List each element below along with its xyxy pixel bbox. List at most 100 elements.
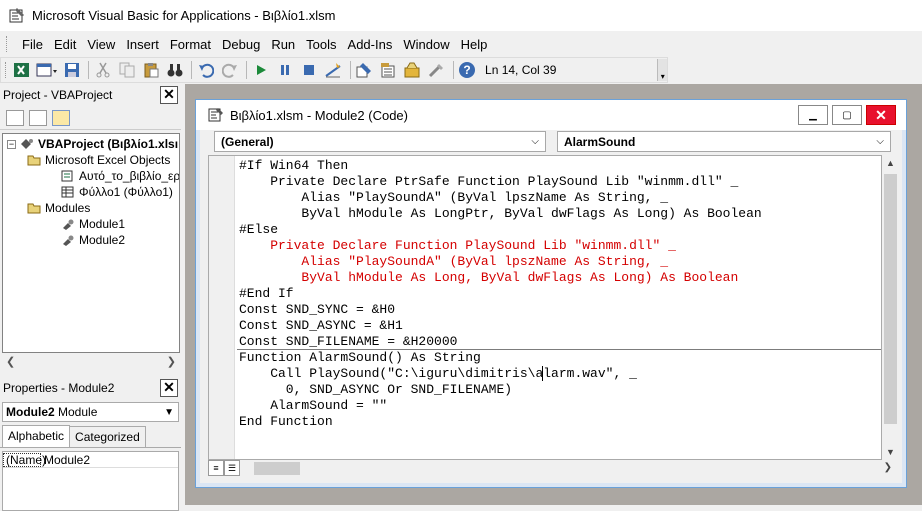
code-line[interactable]: End Function	[239, 414, 881, 430]
view-excel-icon[interactable]	[12, 60, 33, 80]
procedure-view-icon[interactable]: ≡	[208, 460, 224, 476]
scroll-right-icon[interactable]: ❯	[884, 462, 892, 473]
design-mode-icon[interactable]	[323, 60, 344, 80]
toolbar-options-chevron-icon[interactable]: ▾	[657, 59, 668, 81]
view-code-icon[interactable]	[6, 109, 24, 126]
reset-icon[interactable]	[299, 60, 320, 80]
menu-edit[interactable]: Edit	[49, 37, 81, 52]
code-line[interactable]: Alias "PlaySoundA" (ByVal lpszName As St…	[239, 190, 881, 206]
tree-node-modules[interactable]: Modules	[27, 200, 90, 216]
paste-icon[interactable]	[140, 60, 161, 80]
properties-pane-close-button[interactable]: ✕	[160, 379, 178, 397]
scroll-right-icon[interactable]: ❯	[167, 355, 176, 368]
toolbar-grip[interactable]	[5, 62, 8, 78]
toolbox-icon[interactable]	[426, 60, 447, 80]
vscroll-thumb[interactable]	[884, 174, 897, 424]
code-line[interactable]: AlarmSound = ""	[239, 398, 881, 414]
property-value[interactable]: Module2	[41, 453, 90, 467]
toggle-folders-icon[interactable]	[52, 109, 70, 126]
module-icon	[63, 235, 74, 246]
code-bottom-bar: ≡ ☰ ❯	[208, 460, 899, 477]
code-vscrollbar[interactable]: ▲ ▼	[882, 155, 899, 460]
menu-debug[interactable]: Debug	[217, 37, 265, 52]
object-combo-value: (General)	[221, 134, 274, 149]
code-hscrollbar[interactable]: ❯	[248, 460, 898, 477]
menu-file[interactable]: File	[17, 37, 48, 52]
menu-window[interactable]: Window	[398, 37, 454, 52]
property-row[interactable]: (Name) Module2	[3, 452, 178, 468]
tab-categorized[interactable]: Categorized	[69, 426, 146, 447]
chevron-down-icon[interactable]: ▼	[164, 407, 174, 418]
menu-insert[interactable]: Insert	[121, 37, 164, 52]
project-pane-toolbar	[0, 106, 181, 130]
code-line[interactable]: Function AlarmSound() As String	[239, 350, 881, 366]
cut-icon[interactable]	[92, 60, 113, 80]
minimize-button[interactable]: ▁	[798, 105, 828, 125]
code-line[interactable]: Call PlaySound("C:\iguru\dimitris\alarm.…	[239, 366, 881, 382]
code-margin[interactable]	[209, 156, 235, 459]
vbaproject-icon	[21, 139, 33, 149]
object-combo[interactable]: (General) ⌵	[214, 131, 546, 152]
menu-view[interactable]: View	[82, 37, 120, 52]
code-line[interactable]: Const SND_SYNC = &H0	[239, 302, 881, 318]
copy-icon[interactable]	[116, 60, 137, 80]
code-line[interactable]: Private Declare Function PlaySound Lib "…	[239, 238, 881, 254]
tree-node-module2[interactable]: Module2	[61, 232, 125, 248]
tree-node-this-workbook[interactable]: Αυτό_το_βιβλίο_εργ	[61, 168, 179, 184]
scroll-left-icon[interactable]: ❮	[6, 355, 15, 368]
code-editor[interactable]: #If Win64 Then Private Declare PtrSafe F…	[208, 155, 882, 460]
tree-label-sheet1: Φύλλο1 (Φύλλο1)	[79, 185, 173, 199]
undo-icon[interactable]	[195, 60, 216, 80]
menu-help[interactable]: Help	[456, 37, 493, 52]
object-browser-icon[interactable]	[402, 60, 423, 80]
code-line[interactable]: 0, SND_ASYNC Or SND_FILENAME)	[239, 382, 881, 398]
menu-add-ins[interactable]: Add-Ins	[343, 37, 398, 52]
help-icon[interactable]: ?	[457, 60, 478, 80]
maximize-button[interactable]: ▢	[832, 105, 862, 125]
project-pane-close-button[interactable]: ✕	[160, 86, 178, 104]
tree-node-excel-objects[interactable]: Microsoft Excel Objects	[27, 152, 170, 168]
code-line[interactable]: Const SND_FILENAME = &H20000	[239, 334, 881, 350]
collapse-icon[interactable]: −	[7, 139, 16, 149]
find-icon[interactable]	[164, 60, 185, 80]
view-object-icon[interactable]	[29, 109, 47, 126]
properties-window-icon[interactable]	[378, 60, 399, 80]
break-icon[interactable]	[274, 60, 295, 80]
project-tree: − VBAProject (Βιβλίο1.xlsı Microsoft Exc…	[2, 133, 180, 353]
tree-node-sheet1[interactable]: Φύλλο1 (Φύλλο1)	[61, 184, 173, 200]
project-pane-header: Project - VBAProject ✕	[0, 84, 181, 106]
properties-object-select[interactable]: Module2 Module ▼	[2, 402, 179, 422]
run-icon[interactable]	[250, 60, 271, 80]
redo-icon[interactable]	[219, 60, 240, 80]
procedure-combo[interactable]: AlarmSound ⌵	[557, 131, 891, 152]
scroll-down-icon[interactable]: ▼	[886, 447, 895, 457]
chevron-down-icon[interactable]: ⌵	[531, 136, 539, 147]
project-explorer-icon[interactable]	[354, 60, 375, 80]
close-button[interactable]: ✕	[866, 105, 896, 125]
menu-run[interactable]: Run	[266, 37, 300, 52]
code-line[interactable]: #Else	[239, 222, 881, 238]
code-line[interactable]: #If Win64 Then	[239, 158, 881, 174]
tab-alphabetic[interactable]: Alphabetic	[2, 425, 71, 447]
chevron-down-icon[interactable]: ⌵	[876, 136, 884, 147]
code-line[interactable]: Alias "PlaySoundA" (ByVal lpszName As St…	[239, 254, 881, 270]
tree-node-module1[interactable]: Module1	[61, 216, 125, 232]
project-tree-hscrollbar[interactable]: ❮ ❯	[2, 353, 180, 370]
code-lines[interactable]: #If Win64 Then Private Declare PtrSafe F…	[239, 158, 881, 430]
hscroll-thumb[interactable]	[254, 462, 300, 475]
save-icon[interactable]	[61, 60, 82, 80]
menu-tools[interactable]: Tools	[301, 37, 341, 52]
code-line[interactable]: Const SND_ASYNC = &H1	[239, 318, 881, 334]
tree-node-vbaproject[interactable]: − VBAProject (Βιβλίο1.xlsı	[7, 136, 178, 152]
menu-grip[interactable]	[6, 36, 9, 52]
standard-toolbar: ? Ln 14, Col 39 ▾	[0, 57, 668, 83]
insert-userform-icon[interactable]	[36, 60, 58, 80]
menu-format[interactable]: Format	[165, 37, 216, 52]
scroll-up-icon[interactable]: ▲	[886, 158, 895, 168]
code-line[interactable]: ByVal hModule As LongPtr, ByVal dwFlags …	[239, 206, 881, 222]
code-line[interactable]: ByVal hModule As Long, ByVal dwFlags As …	[239, 270, 881, 286]
code-line[interactable]: #End If	[239, 286, 881, 302]
full-module-view-icon[interactable]: ☰	[224, 460, 240, 476]
code-line[interactable]: Private Declare PtrSafe Function PlaySou…	[239, 174, 881, 190]
folder-icon	[27, 155, 41, 166]
